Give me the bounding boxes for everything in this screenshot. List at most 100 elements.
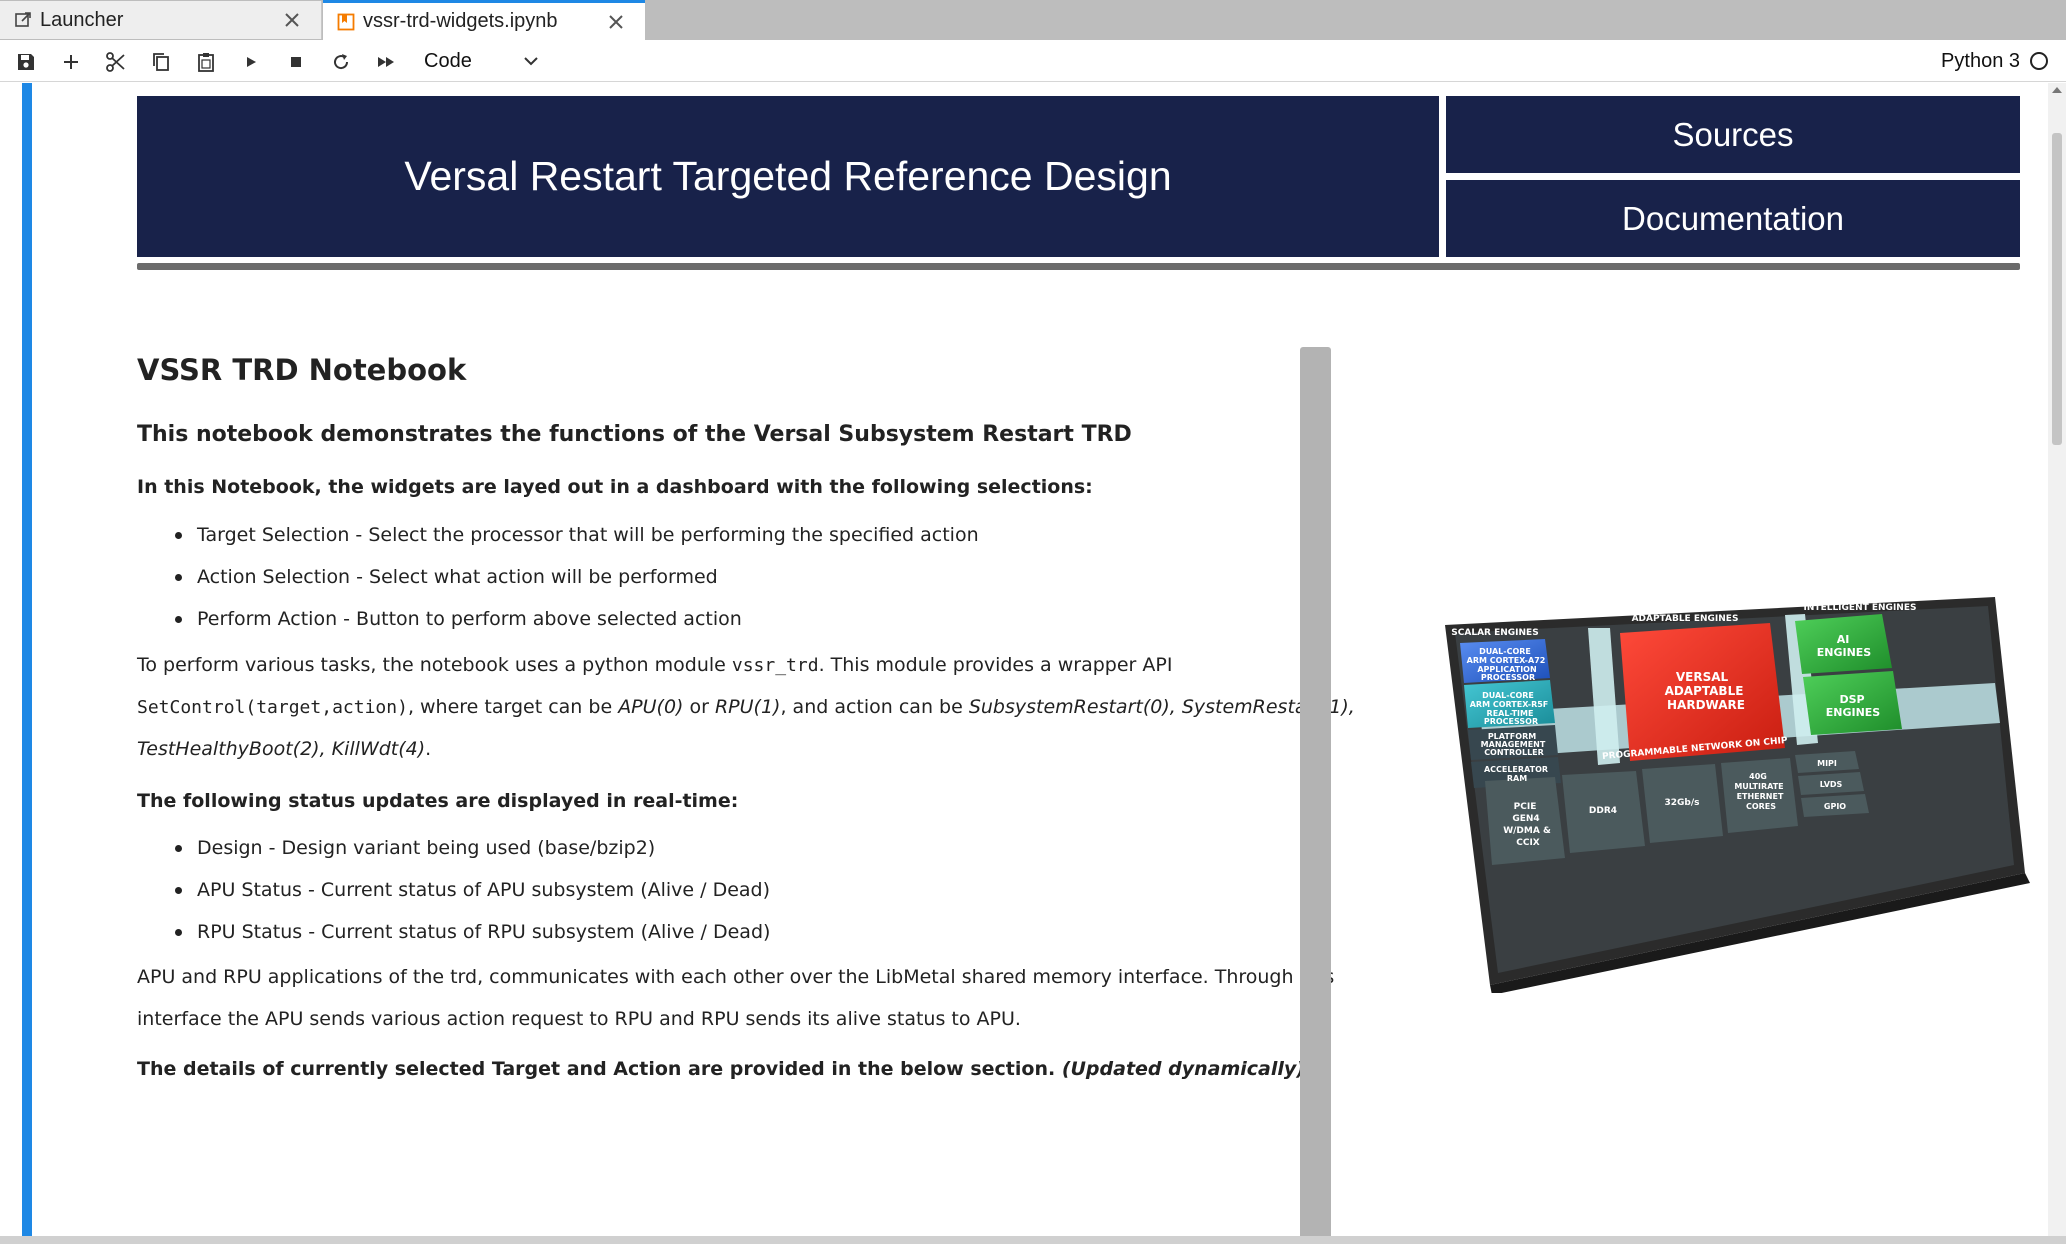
chip-label: RAM [1507,774,1527,783]
active-cell-indicator[interactable] [22,83,32,1236]
documentation-label: Documentation [1622,199,1844,237]
external-link-icon [14,11,32,29]
tab-label: vssr-trd-widgets.ipynb [363,10,558,32]
add-icon [64,55,78,69]
text-run: SubsystemRestart(0), SystemRestart(1), [968,696,1355,718]
text-run: , where target can be [407,696,619,718]
chip-label: ENGINES [1817,646,1872,659]
save-icon [18,54,34,70]
text-run: TestHealthyBoot(2), KillWdt(4) [137,738,426,760]
chip-label: DDR4 [1589,806,1617,816]
tab-label: Launcher [40,8,124,31]
libmetal-description: APU and RPU applications of the trd, com… [137,966,1335,988]
chip-label: CONTROLLER [1484,748,1544,757]
kernel-indicator[interactable]: Python 3 [1941,48,2048,74]
cut-button[interactable] [103,49,129,75]
chip-label: ENGINES [1826,706,1881,719]
notebook-icon [337,13,355,31]
copy-button[interactable] [148,49,174,75]
list-item: APU Status - Current status of APU subsy… [137,869,770,911]
cut-icon [106,52,125,72]
tab-notebook[interactable]: vssr-trd-widgets.ipynb [323,0,645,40]
chip-label: HARDWARE [1667,698,1745,712]
restart-button[interactable] [328,49,354,75]
chip-label: INTELLIGENT ENGINES [1804,603,1917,613]
chip-label: GEN4 [1512,814,1539,824]
page-title: VSSR TRD Notebook [137,353,467,387]
banner-title: Versal Restart Targeted Reference Design [137,96,1439,257]
chip-label: MULTIRATE [1734,782,1783,791]
scrollbar-thumb[interactable] [2052,133,2062,445]
chip-label: PCIE [1514,802,1537,812]
api-description-line2: SetControl(target,action), where target … [137,686,1355,729]
text-run: . This module provides a wrapper API [818,654,1173,676]
copy-icon [153,53,169,71]
status-intro: The following status updates are display… [137,790,739,812]
sources-button[interactable]: Sources [1446,96,2020,173]
stop-icon [291,57,301,67]
chip-label: VERSAL [1676,670,1729,684]
notebook-toolbar: Code Python 3 [0,40,2066,82]
run-icon [247,57,256,67]
chip-label: DSP [1839,693,1864,706]
api-description: To perform various tasks, the notebook u… [137,644,1172,687]
libmetal-description-line2: interface the APU sends various action r… [137,1008,1021,1030]
chip-label: LVDS [1820,780,1843,789]
text-run: or [683,696,715,718]
sources-label: Sources [1672,115,1794,153]
text-run: APU(0) [618,696,684,718]
chip-label: ARM CORTEX-A72 [1467,656,1546,665]
notebook-scrollbar[interactable] [2048,83,2066,1236]
list-item: Design - Design variant being used (base… [137,827,770,869]
chip-label: DUAL-CORE [1479,647,1531,656]
chip-label: ETHERNET [1737,792,1784,801]
chip-label: 40G [1749,772,1767,781]
chip-label: PROCESSOR [1481,673,1535,682]
text-run: . [425,738,432,760]
add-cell-button[interactable] [58,49,84,75]
documentation-button[interactable]: Documentation [1446,180,2020,257]
cell-type-label: Code [424,49,472,72]
subheading: This notebook demonstrates the functions… [137,422,1132,447]
stop-button[interactable] [283,49,309,75]
list-item: Action Selection - Select what action wi… [137,556,979,598]
save-button[interactable] [13,49,39,75]
chip-label: ADAPTABLE ENGINES [1632,614,1739,624]
chip-label: CCIX [1516,838,1540,848]
close-icon[interactable] [605,11,627,33]
chip-label: ADAPTABLE [1665,684,1744,698]
chevron-down-icon [524,57,538,66]
banner-divider [137,263,2020,270]
text-run: , and action can be [780,696,969,718]
chip-label: GPIO [1824,802,1846,811]
chip-label: 32Gb/s [1665,798,1700,808]
chip-label: PROCESSOR [1484,717,1538,726]
fast-forward-icon [378,57,394,67]
run-all-button[interactable] [373,49,399,75]
tab-launcher[interactable]: Launcher [0,1,322,39]
list-item: Target Selection - Select the processor … [137,514,979,556]
chip-label: ACCELERATOR [1484,765,1548,774]
scroll-up-icon[interactable] [2052,87,2062,93]
run-button[interactable] [238,49,264,75]
paste-icon [198,53,214,72]
cell-type-select[interactable]: Code [410,46,548,76]
status-list: Design - Design variant being used (base… [137,827,770,953]
notebook-panel[interactable]: Versal Restart Targeted Reference Design… [0,83,2066,1236]
list-item: RPU Status - Current status of RPU subsy… [137,911,770,953]
details-note: The details of currently selected Target… [137,1058,1305,1080]
status-strip [0,1236,2066,1244]
chip-label: DUAL-CORE [1482,691,1534,700]
chip-label: SCALAR ENGINES [1451,628,1538,638]
text-run: (Updated dynamically) [1061,1058,1305,1080]
chip-label: AI [1837,633,1850,646]
chip-label: MIPI [1817,759,1837,768]
text-run: RPU(1) [714,696,781,718]
chip-label: CORES [1746,802,1776,811]
paste-button[interactable] [193,49,219,75]
banner-title-text: Versal Restart Targeted Reference Design [404,153,1172,199]
close-icon[interactable] [281,9,303,31]
widget-list: Target Selection - Select the processor … [137,514,979,640]
output-scrollbar[interactable] [1300,347,1331,1236]
chip-label: ARM CORTEX-R5F [1470,700,1549,709]
